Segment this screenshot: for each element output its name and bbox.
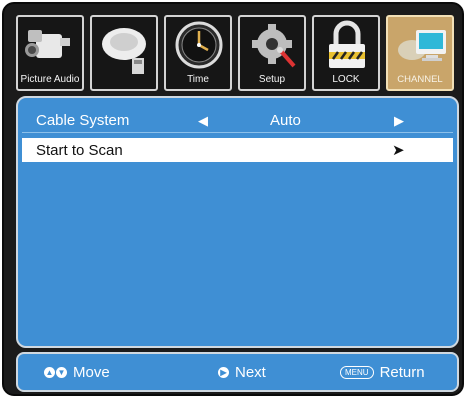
tab-label: CHANNEL [397, 74, 443, 85]
key-hint-bar: ▲ ▼ Move ▶ Next MENU Return [16, 352, 459, 392]
next-label: Next [235, 364, 266, 381]
lock-icon [329, 20, 365, 68]
tab-picture-audio[interactable]: Picture Audio [16, 15, 84, 91]
channel-settings-panel: Cable System ◀ Auto ▶ Start to Scan ➤ [16, 96, 459, 348]
menu-key-icon: MENU [340, 366, 374, 379]
clock-icon [175, 21, 223, 69]
tab-satellite[interactable] [90, 15, 158, 91]
return-label: Return [379, 364, 425, 381]
tab-label: Time [187, 74, 209, 85]
up-down-buttons-icon: ▲ ▼ [44, 367, 67, 378]
cable-system-label: Cable System [36, 112, 130, 129]
tab-time[interactable]: Time [164, 15, 232, 91]
move-label: Move [73, 364, 110, 381]
cable-system-row[interactable]: Cable System ◀ Auto ▶ [22, 108, 453, 133]
start-to-scan-row[interactable]: Start to Scan ➤ [22, 138, 453, 162]
camera-icon [25, 30, 70, 58]
tab-setup[interactable]: Setup [238, 15, 306, 91]
right-arrow-icon[interactable]: ▶ [394, 113, 404, 129]
left-arrow-icon[interactable]: ◀ [198, 113, 208, 129]
satellite-dish-icon [102, 28, 146, 74]
osd-menu-window: Picture Audio Time Setup LOCK CHANNEL Ca… [2, 2, 464, 396]
move-hint: ▲ ▼ Move [44, 364, 110, 381]
tab-label: Setup [258, 74, 286, 85]
tv-channel-icon [398, 30, 446, 61]
cable-system-value: Auto [270, 112, 301, 129]
gear-icon [252, 24, 296, 68]
start-to-scan-label: Start to Scan [36, 142, 123, 159]
enter-arrow-icon: ➤ [392, 142, 405, 159]
tab-label: Picture Audio [20, 74, 80, 85]
tab-channel[interactable]: CHANNEL [386, 15, 454, 91]
tab-lock[interactable]: LOCK [312, 15, 380, 91]
return-hint: MENU Return [340, 364, 425, 381]
play-button-icon: ▶ [218, 367, 229, 378]
menu-tab-bar: Picture Audio Time Setup LOCK CHANNEL [16, 15, 456, 94]
tab-label: LOCK [332, 74, 360, 85]
next-hint: ▶ Next [218, 364, 266, 381]
